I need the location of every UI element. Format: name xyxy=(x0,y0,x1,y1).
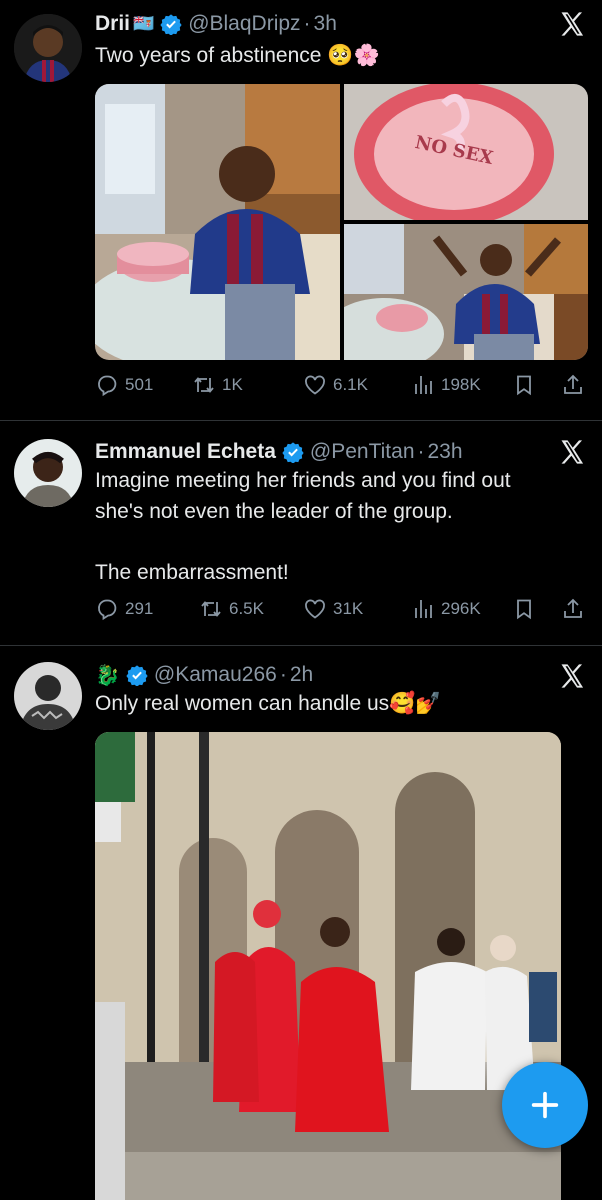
photo-main[interactable] xyxy=(95,84,340,360)
reply-button[interactable]: 291 xyxy=(95,594,153,624)
tweet-header: Emmanuel Echeta @PenTitan · 23h xyxy=(95,437,463,467)
verified-icon xyxy=(160,13,182,35)
flag-emoji: 🇫🇯 xyxy=(133,14,155,33)
avatar-kamau[interactable] xyxy=(14,662,82,730)
media-grid[interactable]: NO SEX xyxy=(95,84,588,360)
tweet-text-line: she's not even the leader of the group. xyxy=(95,500,453,523)
tweet-emoji: 🥰💅 xyxy=(389,692,442,715)
like-icon xyxy=(305,375,325,395)
verified-icon xyxy=(282,441,304,463)
timestamp[interactable]: 3h xyxy=(314,12,337,36)
like-button[interactable]: 6.1K xyxy=(303,370,368,400)
tweet-header: 🐉 @Kamau266 · 2h xyxy=(95,660,313,690)
x-logo-icon xyxy=(561,440,584,464)
compose-icon xyxy=(531,1091,559,1119)
tweet-emoji: 🥺🌸 xyxy=(327,44,380,67)
like-button[interactable]: 31K xyxy=(303,594,363,624)
tweet-3[interactable]: 🐉 @Kamau266 · 2h Only real women can han… xyxy=(0,646,602,1200)
repost-button[interactable]: 1K xyxy=(192,370,243,400)
x-logo-icon xyxy=(561,664,584,688)
reply-count: 291 xyxy=(125,599,154,618)
bookmark-icon xyxy=(517,599,531,620)
views-button[interactable]: 198K xyxy=(411,370,481,400)
tweet-text-line: The embarrassment! xyxy=(95,561,289,584)
tweet-text: Only real women can handle us🥰💅 xyxy=(95,688,585,719)
repost-button[interactable]: 6.5K xyxy=(199,594,264,624)
reply-icon xyxy=(98,375,117,397)
handle[interactable]: @BlaqDripz xyxy=(188,12,300,36)
reply-button[interactable]: 501 xyxy=(95,370,153,400)
display-name-emoji[interactable]: 🐉 xyxy=(95,663,120,688)
display-name[interactable]: Drii xyxy=(95,12,130,36)
avatar-drii[interactable] xyxy=(14,14,82,82)
tweet-2[interactable]: Emmanuel Echeta @PenTitan · 23h Imagine … xyxy=(0,421,602,645)
handle[interactable]: @PenTitan xyxy=(310,440,415,464)
tweet-text-content: Only real women can handle us xyxy=(95,692,390,715)
timestamp[interactable]: 23h xyxy=(428,440,463,464)
share-icon xyxy=(564,598,582,618)
share-button[interactable] xyxy=(561,370,591,400)
tweet-header: Drii 🇫🇯 @BlaqDripz · 3h xyxy=(95,9,337,39)
photo-cake[interactable]: NO SEX xyxy=(344,84,588,226)
x-logo-icon xyxy=(561,12,584,36)
repost-count: 6.5K xyxy=(229,599,264,618)
bookmark-icon xyxy=(517,375,531,396)
views-icon xyxy=(415,600,432,618)
views-count: 296K xyxy=(441,599,481,618)
repost-icon xyxy=(194,377,214,393)
bookmark-button[interactable] xyxy=(512,370,542,400)
repost-count: 1K xyxy=(222,375,243,394)
views-count: 198K xyxy=(441,375,481,394)
bookmark-button[interactable] xyxy=(512,594,542,624)
separator-dot: · xyxy=(417,440,425,463)
share-icon xyxy=(564,374,582,394)
like-icon xyxy=(305,599,325,619)
views-button[interactable]: 296K xyxy=(411,594,481,624)
tweet-1[interactable]: Drii 🇫🇯 @BlaqDripz · 3h Two years of abs… xyxy=(0,0,602,420)
tweet-text-content: Two years of abstinence xyxy=(95,44,322,67)
photo-celebrating[interactable] xyxy=(324,224,588,360)
views-icon xyxy=(415,376,432,394)
repost-icon xyxy=(201,601,221,617)
like-count: 6.1K xyxy=(333,375,368,394)
reply-icon xyxy=(98,599,117,621)
display-name[interactable]: Emmanuel Echeta xyxy=(95,440,276,464)
handle[interactable]: @Kamau266 xyxy=(154,663,277,687)
reply-count: 501 xyxy=(125,375,154,394)
tweet-actions: 501 1K 6.1K 198K xyxy=(95,370,590,400)
tweet-text: Two years of abstinence 🥺🌸 xyxy=(95,40,585,71)
timestamp[interactable]: 2h xyxy=(290,663,313,687)
compose-button[interactable] xyxy=(502,1062,588,1148)
tweet-text: Imagine meeting her friends and you find… xyxy=(95,465,585,588)
video-media[interactable] xyxy=(95,732,561,1200)
separator-dot: · xyxy=(279,663,287,686)
separator-dot: · xyxy=(303,12,311,35)
avatar-emmanuel[interactable] xyxy=(14,439,82,507)
like-count: 31K xyxy=(333,599,364,618)
tweet-text-line: Imagine meeting her friends and you find… xyxy=(95,469,511,492)
tweet-actions: 291 6.5K 31K 296K xyxy=(95,594,590,624)
share-button[interactable] xyxy=(561,594,591,624)
verified-icon xyxy=(126,664,148,686)
